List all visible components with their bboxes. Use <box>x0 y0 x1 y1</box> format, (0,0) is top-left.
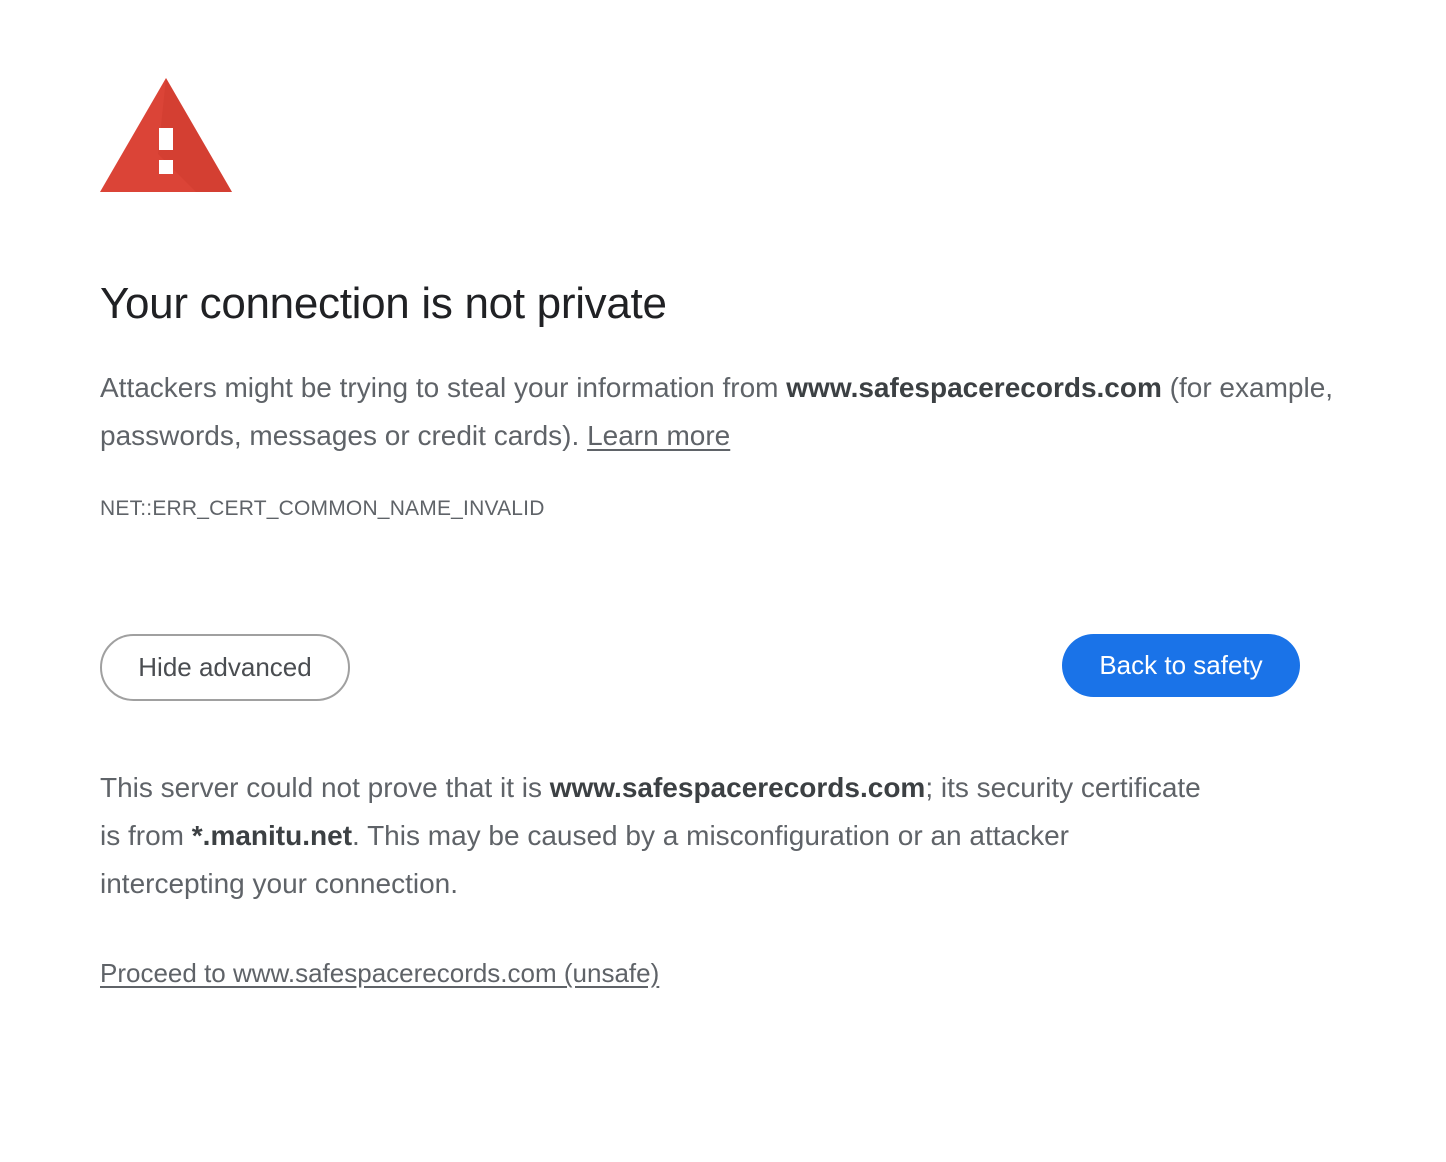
learn-more-link[interactable]: Learn more <box>587 420 730 451</box>
page-title: Your connection is not private <box>100 279 667 328</box>
error-code: NET::ERR_CERT_COMMON_NAME_INVALID <box>100 497 545 520</box>
error-explanation: Attackers might be trying to steal your … <box>100 364 1340 460</box>
back-to-safety-button[interactable]: Back to safety <box>1062 634 1300 697</box>
warning-triangle-icon <box>100 78 232 192</box>
details-domain: www.safespacerecords.com <box>549 772 926 803</box>
explanation-domain: www.safespacerecords.com <box>786 372 1162 403</box>
hide-advanced-button[interactable]: Hide advanced <box>100 634 350 701</box>
details-text-1: This server could not prove that it is <box>100 772 550 803</box>
advanced-details: This server could not prove that it is w… <box>100 764 1220 908</box>
proceed-unsafe-link[interactable]: Proceed to www.safespacerecords.com (uns… <box>100 954 659 992</box>
explanation-prefix: Attackers might be trying to steal your … <box>100 372 787 403</box>
details-cert-domain: *.manitu.net <box>191 820 353 851</box>
